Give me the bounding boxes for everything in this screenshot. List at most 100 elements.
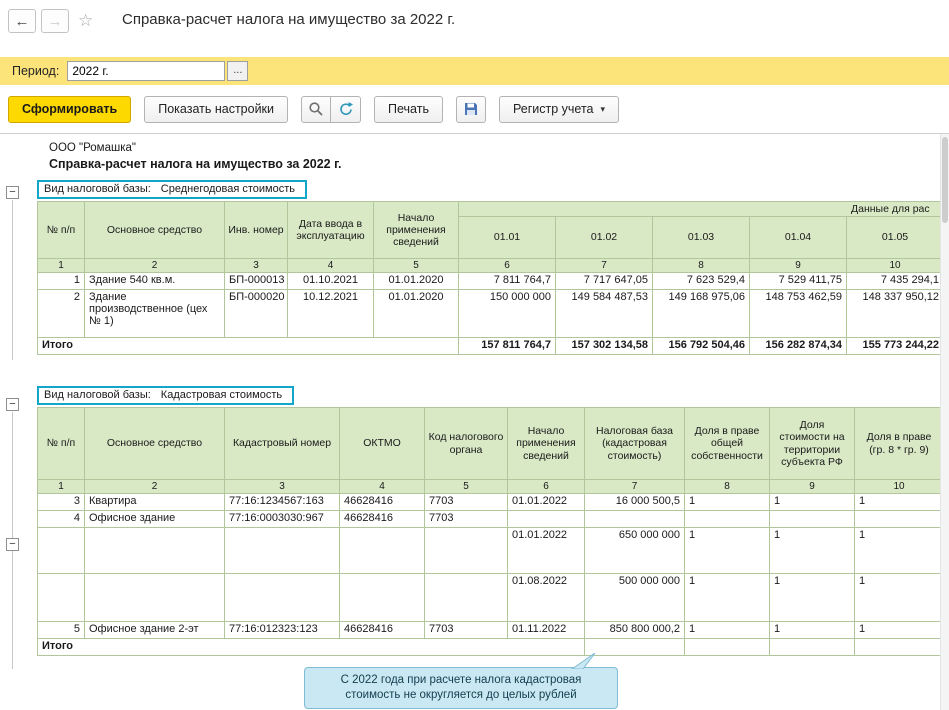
col-num: 2 xyxy=(85,480,225,494)
grouping-gutter xyxy=(0,134,37,710)
col-num: 9 xyxy=(770,480,855,494)
report-content: ООО "Ромашка" Справка-расчет налога на и… xyxy=(37,134,940,710)
cell: 4 xyxy=(38,511,85,528)
scrollbar-thumb[interactable] xyxy=(942,137,948,223)
search-button[interactable] xyxy=(301,96,331,123)
cell: Офисное здание xyxy=(85,511,225,528)
page-title: Справка-расчет налога на имущество за 20… xyxy=(122,11,455,28)
search-icon xyxy=(308,101,324,117)
cell: 650 000 000 xyxy=(585,528,685,574)
group-row: Вид налоговой базы:Кадастровая стоимость xyxy=(37,385,940,405)
cell: 1 xyxy=(770,574,855,622)
back-button[interactable] xyxy=(8,9,36,33)
column-header: Инв. номер xyxy=(225,202,288,259)
title-bar: Справка-расчет налога на имущество за 20… xyxy=(0,0,949,57)
column-header: № п/п xyxy=(38,408,85,480)
column-header: Доля в праве общей собственности xyxy=(685,408,770,480)
cell: БП-000013 xyxy=(225,273,288,290)
cell: 77:16:1234567:163 xyxy=(225,494,340,511)
save-button[interactable] xyxy=(456,96,486,123)
cell: 10.12.2021 xyxy=(288,290,374,338)
cell: 1 xyxy=(770,622,855,639)
cell: 01.01.2022 xyxy=(508,528,585,574)
total-cell: 156 282 874,34 xyxy=(750,338,847,355)
cell: 46628416 xyxy=(340,622,425,639)
cell xyxy=(425,574,508,622)
cell: 1 xyxy=(855,622,941,639)
cell xyxy=(340,574,425,622)
tax-base-group-average[interactable]: Вид налоговой базы:Среднегодовая стоимос… xyxy=(37,180,307,199)
collapse-group1-icon[interactable] xyxy=(6,186,19,199)
col-num: 3 xyxy=(225,480,340,494)
cell: 7 435 294,1 xyxy=(847,273,941,290)
cell: 7 717 647,05 xyxy=(556,273,653,290)
cell: 01.08.2022 xyxy=(508,574,585,622)
totals-row: Итого xyxy=(38,639,941,656)
cell: БП-000020 xyxy=(225,290,288,338)
register-dropdown-button[interactable]: Регистр учета xyxy=(499,96,619,123)
toolbar: Сформировать Показать настройки Печать xyxy=(0,85,949,133)
cell xyxy=(225,574,340,622)
table-row: 3 Квартира 77:16:1234567:163 46628416 77… xyxy=(38,494,941,511)
nav-controls xyxy=(8,9,69,33)
col-num: 2 xyxy=(85,259,225,273)
refresh-search-button[interactable] xyxy=(331,96,361,123)
cell: 1 xyxy=(685,494,770,511)
header-row: № п/п Основное средство Кадастровый номе… xyxy=(38,408,941,480)
col-num: 5 xyxy=(425,480,508,494)
header-row: № п/п Основное средство Инв. номер Дата … xyxy=(38,202,941,217)
total-label: Итого xyxy=(38,639,585,656)
cell xyxy=(770,511,855,528)
report-title: Справка-расчет налога на имущество за 20… xyxy=(49,157,940,171)
generate-button[interactable]: Сформировать xyxy=(8,96,131,123)
cell: 01.01.2022 xyxy=(508,494,585,511)
column-header: Доля в праве (гр. 8 * гр. 9) xyxy=(855,408,941,480)
group-row: Вид налоговой базы:Среднегодовая стоимос… xyxy=(37,179,940,199)
column-header: Кадастровый номер xyxy=(225,408,340,480)
cell: 850 800 000,2 xyxy=(585,622,685,639)
print-button[interactable]: Печать xyxy=(374,96,443,123)
cell: 150 000 000 xyxy=(459,290,556,338)
cell: Офисное здание 2-эт xyxy=(85,622,225,639)
cell: 7 529 411,75 xyxy=(750,273,847,290)
month-header: 01.05 xyxy=(847,217,941,259)
cell xyxy=(855,511,941,528)
cadastral-table: № п/п Основное средство Кадастровый номе… xyxy=(37,407,940,656)
month-header: 01.02 xyxy=(556,217,653,259)
cell: 1 xyxy=(685,574,770,622)
callout-tooltip: С 2022 года при расчете налога кадастров… xyxy=(304,667,618,709)
period-picker-button[interactable]: ... xyxy=(227,61,248,81)
show-settings-button[interactable]: Показать настройки xyxy=(144,96,288,123)
cell: 77:16:0003030:967 xyxy=(225,511,340,528)
group-label: Вид налоговой базы: xyxy=(44,389,151,401)
column-header: Основное средство xyxy=(85,408,225,480)
report-area: ООО "Ромашка" Справка-расчет налога на и… xyxy=(0,133,949,710)
favorite-star-icon[interactable] xyxy=(78,11,93,31)
cell: 46628416 xyxy=(340,511,425,528)
forward-button[interactable] xyxy=(41,9,69,33)
collapse-group2-icon[interactable] xyxy=(6,398,19,411)
cell: 46628416 xyxy=(340,494,425,511)
cell: 01.01.2020 xyxy=(374,273,459,290)
col-num: 4 xyxy=(340,480,425,494)
col-num: 8 xyxy=(685,480,770,494)
cell: 149 168 975,06 xyxy=(653,290,750,338)
cell: 1 xyxy=(685,528,770,574)
total-cell: 156 792 504,46 xyxy=(653,338,750,355)
cell: 01.11.2022 xyxy=(508,622,585,639)
collapse-row4-icon[interactable] xyxy=(6,538,19,551)
cell: 1 xyxy=(685,622,770,639)
cell xyxy=(225,528,340,574)
col-num: 8 xyxy=(653,259,750,273)
vertical-scrollbar[interactable] xyxy=(940,134,949,710)
period-input[interactable] xyxy=(67,61,225,81)
span-column-header: Данные для рас xyxy=(459,202,941,217)
total-cell xyxy=(585,639,685,656)
cell: 1 xyxy=(770,528,855,574)
col-num: 6 xyxy=(459,259,556,273)
cell: 1 xyxy=(855,574,941,622)
col-num: 1 xyxy=(38,259,85,273)
column-number-row: 1 2 3 4 5 6 7 8 9 10 xyxy=(38,259,941,273)
cell: Здание производственное (цех № 1) xyxy=(85,290,225,338)
tax-base-group-cadastral[interactable]: Вид налоговой базы:Кадастровая стоимость xyxy=(37,386,294,405)
